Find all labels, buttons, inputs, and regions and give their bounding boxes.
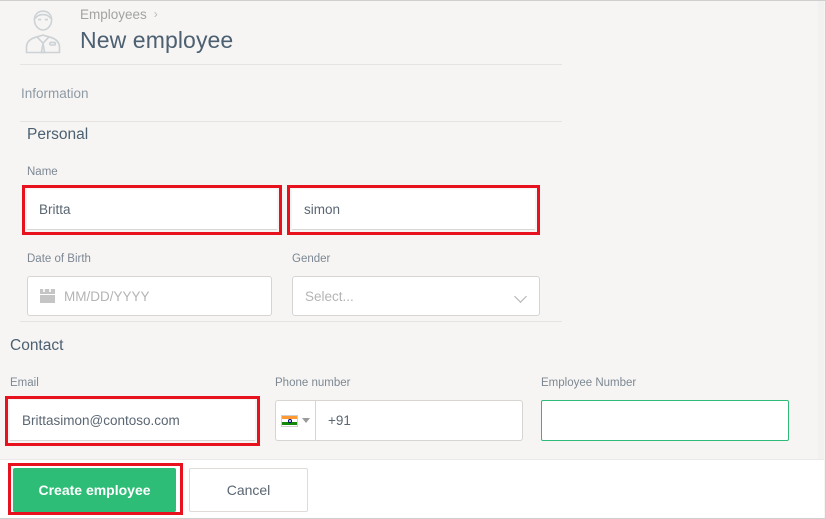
section-title-contact: Contact [10,337,64,354]
first-name-value: Britta [39,201,71,217]
vertical-scrollbar[interactable] [818,1,824,459]
chevron-down-icon [516,291,527,302]
label-email: Email [10,377,39,389]
phone-country-selector[interactable] [275,400,315,441]
divider-above-contact [20,321,562,322]
label-phone-number: Phone number [275,377,351,389]
divider-above-information [20,64,562,65]
page-title: New employee [80,27,234,53]
breadcrumb: Employees › [80,7,158,22]
label-name: Name [27,166,58,178]
label-gender: Gender [292,253,331,265]
caret-down-icon [302,418,310,423]
form-footer: Create employee Cancel [0,459,824,518]
date-of-birth-placeholder: MM/DD/YYYY [64,288,150,304]
create-employee-button[interactable]: Create employee [13,468,176,512]
breadcrumb-item-employees[interactable]: Employees [80,7,147,22]
label-date-of-birth: Date of Birth [27,253,91,265]
tab-information[interactable]: Information [21,86,89,101]
email-value: Brittasimon@contoso.com [22,412,180,428]
section-title-personal: Personal [27,126,89,143]
label-employee-number: Employee Number [541,377,637,389]
phone-number-value: +91 [328,413,351,428]
calendar-icon [40,289,55,303]
date-of-birth-input[interactable]: MM/DD/YYYY [27,276,272,316]
email-input[interactable]: Brittasimon@contoso.com [10,400,255,441]
divider-below-information [20,121,562,122]
last-name-input[interactable]: simon [292,189,535,230]
gender-selected-value: Select... [305,288,354,304]
india-flag-icon [281,414,298,427]
gender-select[interactable]: Select... [292,276,540,316]
new-employee-page: Employees › New employee Information Per… [0,0,826,519]
last-name-value: simon [304,201,341,217]
phone-number-input[interactable]: +91 [315,400,523,441]
cancel-button[interactable]: Cancel [189,468,308,512]
page-header: Employees › New employee [0,1,825,63]
first-name-input[interactable]: Britta [27,189,277,230]
employee-number-input[interactable] [541,400,789,441]
chevron-right-icon: › [153,6,158,21]
employee-avatar-icon [16,7,70,57]
